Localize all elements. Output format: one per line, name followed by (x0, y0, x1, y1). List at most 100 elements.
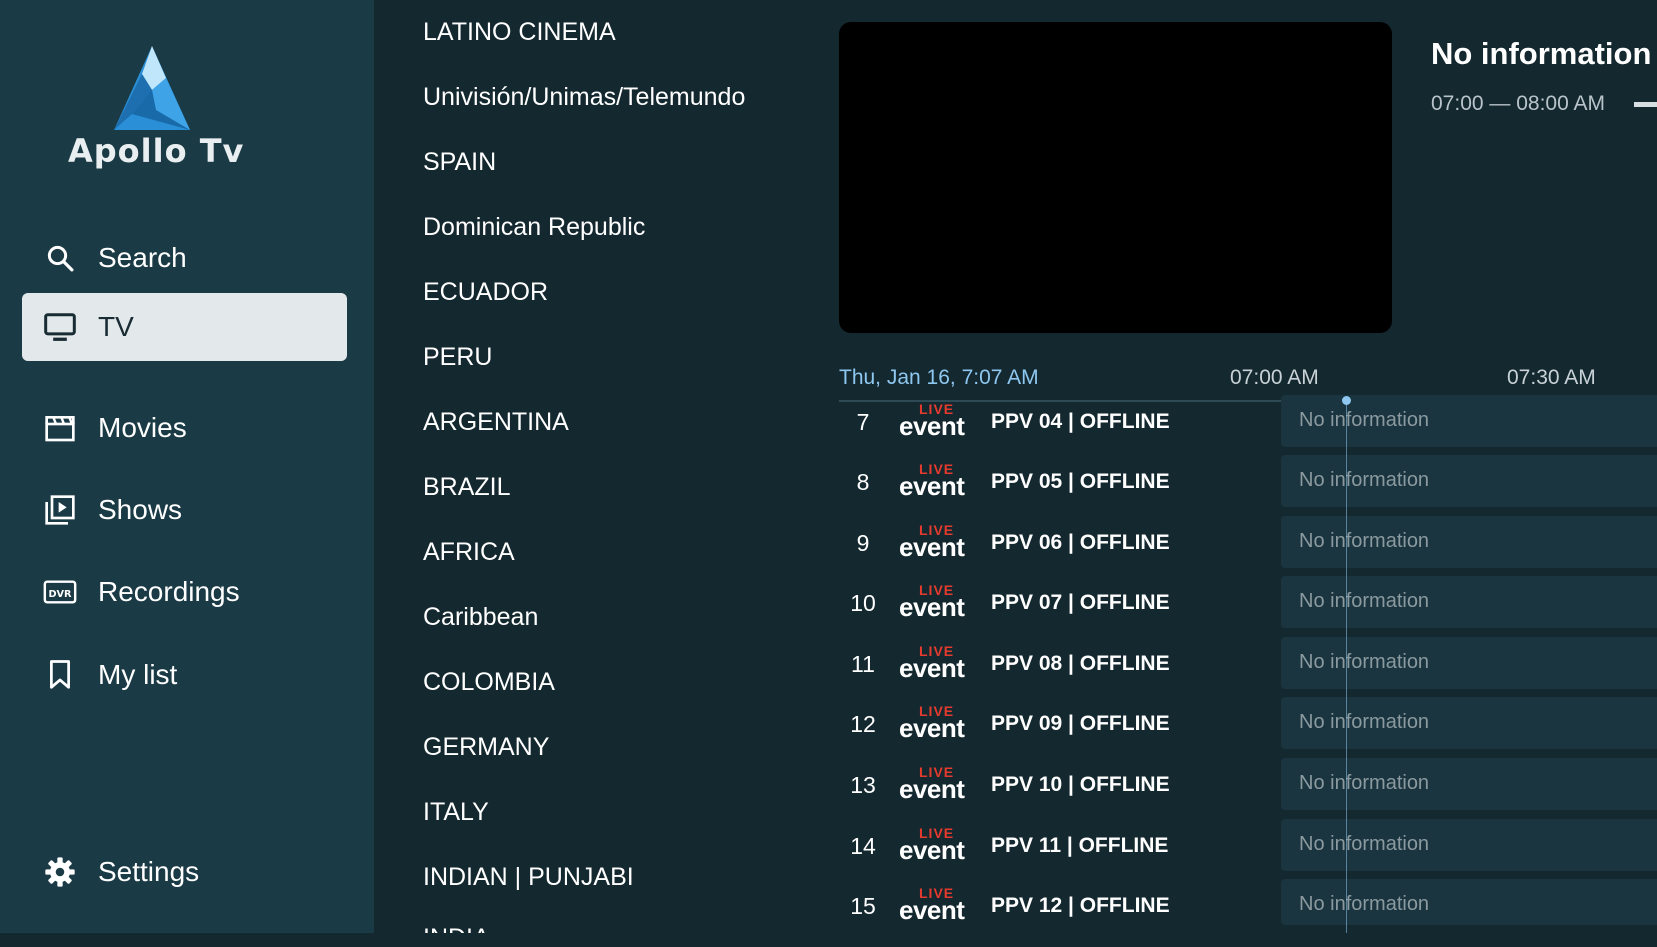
channel-name: PPV 12 | OFFLINE (991, 894, 1170, 917)
channel-row[interactable]: 9 LIVE event PPV 06 | OFFLINE No informat… (839, 516, 1657, 584)
program-cell-text: No information (1299, 893, 1430, 915)
category-item[interactable]: BRAZIL (423, 473, 511, 502)
category-item[interactable]: INDIA (423, 924, 490, 933)
shows-icon (42, 492, 78, 528)
program-cell-text: No information (1299, 530, 1430, 552)
channel-row[interactable]: 14 LIVE event PPV 11 | OFFLINE No informa… (839, 819, 1657, 887)
program-cell-text: No information (1299, 409, 1430, 431)
sidebar-item-movies[interactable]: Movies (22, 394, 347, 462)
category-item[interactable]: PERU (423, 343, 492, 372)
live-event-logo-event: event (899, 835, 965, 865)
live-event-logo: LIVE event (899, 461, 975, 505)
time-tick: 07:00 AM (1230, 366, 1319, 389)
channel-row[interactable]: 15 LIVE event PPV 12 | OFFLINE No informa… (839, 879, 1657, 947)
program-cell[interactable]: No information (1281, 697, 1657, 749)
sidebar-item-shows[interactable]: Shows (22, 476, 347, 544)
channel-number: 11 (851, 651, 875, 677)
category-item[interactable]: AFRICA (423, 538, 515, 567)
program-cell[interactable]: No information (1281, 819, 1657, 871)
sidebar-item-label: TV (98, 311, 134, 342)
live-event-logo-event: event (899, 411, 965, 441)
program-cell-text: No information (1299, 590, 1430, 612)
sidebar-item-settings[interactable]: Settings (22, 838, 347, 906)
category-item[interactable]: GERMANY (423, 733, 549, 762)
program-cell[interactable]: No information (1281, 516, 1657, 568)
channel-row[interactable]: 13 LIVE event PPV 10 | OFFLINE No informa… (839, 758, 1657, 826)
dvr-icon: DVR (42, 574, 78, 610)
live-event-logo: LIVE event (899, 522, 975, 566)
channel-row[interactable]: 10 LIVE event PPV 07 | OFFLINE No informa… (839, 576, 1657, 644)
program-cell[interactable]: No information (1281, 758, 1657, 810)
category-item[interactable]: ECUADOR (423, 278, 548, 307)
program-cell[interactable]: No information (1281, 637, 1657, 689)
gear-icon (42, 854, 78, 890)
sidebar-item-label: Recordings (98, 576, 240, 607)
channel-name: PPV 11 | OFFLINE (991, 834, 1169, 857)
live-event-logo-event: event (899, 895, 965, 925)
category-item[interactable]: Dominican Republic (423, 213, 645, 242)
live-event-logo: LIVE event (899, 764, 975, 808)
program-cell-text: No information (1299, 833, 1430, 855)
channel-row[interactable]: 8 LIVE event PPV 05 | OFFLINE No informat… (839, 455, 1657, 523)
category-item[interactable]: Caribbean (423, 603, 538, 632)
category-item[interactable]: COLOMBIA (423, 668, 555, 697)
category-item[interactable]: INDIAN | PUNJABI (423, 863, 634, 892)
app-logo: Apollo Tv (62, 44, 245, 174)
category-item[interactable]: ARGENTINA (423, 408, 569, 437)
sidebar-item-label: Movies (98, 412, 187, 443)
sidebar-item-label: Settings (98, 856, 200, 887)
program-title: No information (1431, 36, 1652, 71)
channel-number: 15 (850, 893, 876, 919)
sidebar-item-label: Search (98, 242, 187, 273)
program-cell[interactable]: No information (1281, 576, 1657, 628)
svg-text:DVR: DVR (48, 589, 72, 600)
live-event-logo: LIVE event (899, 825, 975, 869)
channel-name: PPV 05 | OFFLINE (991, 470, 1170, 493)
sidebar-item-search[interactable]: Search (22, 224, 347, 292)
live-event-logo: LIVE event (899, 643, 975, 687)
channel-name: PPV 10 | OFFLINE (991, 773, 1170, 796)
channel-number: 7 (856, 409, 870, 435)
channel-number: 14 (850, 833, 876, 859)
live-event-logo: LIVE event (899, 401, 975, 445)
channel-name: PPV 04 | OFFLINE (991, 410, 1170, 433)
program-cell[interactable]: No information (1281, 395, 1657, 447)
live-event-logo: LIVE event (899, 582, 975, 626)
live-event-logo-event: event (899, 592, 965, 622)
category-item[interactable]: Univisión/Unimas/Telemundo (423, 83, 745, 112)
sidebar-item-tv[interactable]: TV (22, 293, 347, 361)
live-event-logo-event: event (899, 713, 965, 743)
search-icon (42, 240, 78, 276)
live-event-logo: LIVE event (899, 885, 975, 929)
apollo-logo-icon (114, 46, 190, 130)
category-item[interactable]: ITALY (423, 798, 489, 827)
program-cell-text: No information (1299, 651, 1430, 673)
channel-row[interactable]: 12 LIVE event PPV 09 | OFFLINE No informa… (839, 697, 1657, 765)
app-name: Apollo Tv (68, 132, 245, 170)
program-cell-text: No information (1299, 469, 1430, 491)
program-cell[interactable]: No information (1281, 879, 1657, 925)
channel-name: PPV 09 | OFFLINE (991, 712, 1170, 735)
clapperboard-icon (42, 410, 78, 446)
program-progress-bar (1634, 102, 1657, 107)
sidebar-item-recordings[interactable]: DVR Recordings (22, 558, 347, 626)
category-item[interactable]: SPAIN (423, 148, 496, 177)
channel-number: 10 (850, 590, 876, 616)
channel-row[interactable]: 7 LIVE event PPV 04 | OFFLINE No informat… (839, 395, 1657, 463)
channel-number: 13 (850, 772, 876, 798)
channel-name: PPV 07 | OFFLINE (991, 591, 1170, 614)
sidebar: Apollo Tv Search TV Movies Shows DVR Rec… (0, 0, 374, 933)
channel-row[interactable]: 11 LIVE event PPV 08 | OFFLINE No informa… (839, 637, 1657, 705)
bookmark-icon (42, 657, 78, 693)
video-preview[interactable] (839, 22, 1392, 333)
program-cell[interactable]: No information (1281, 455, 1657, 507)
sidebar-item-my-list[interactable]: My list (22, 641, 347, 709)
category-item[interactable]: LATINO CINEMA (423, 18, 616, 47)
live-event-logo: LIVE event (899, 703, 975, 747)
program-cell-text: No information (1299, 711, 1430, 733)
current-datetime: Thu, Jan 16, 7:07 AM (839, 366, 1039, 389)
live-event-logo-event: event (899, 532, 965, 562)
program-time-range: 07:00 — 08:00 AM (1431, 92, 1605, 115)
current-time-line (1346, 402, 1347, 933)
live-event-logo-event: event (899, 471, 965, 501)
